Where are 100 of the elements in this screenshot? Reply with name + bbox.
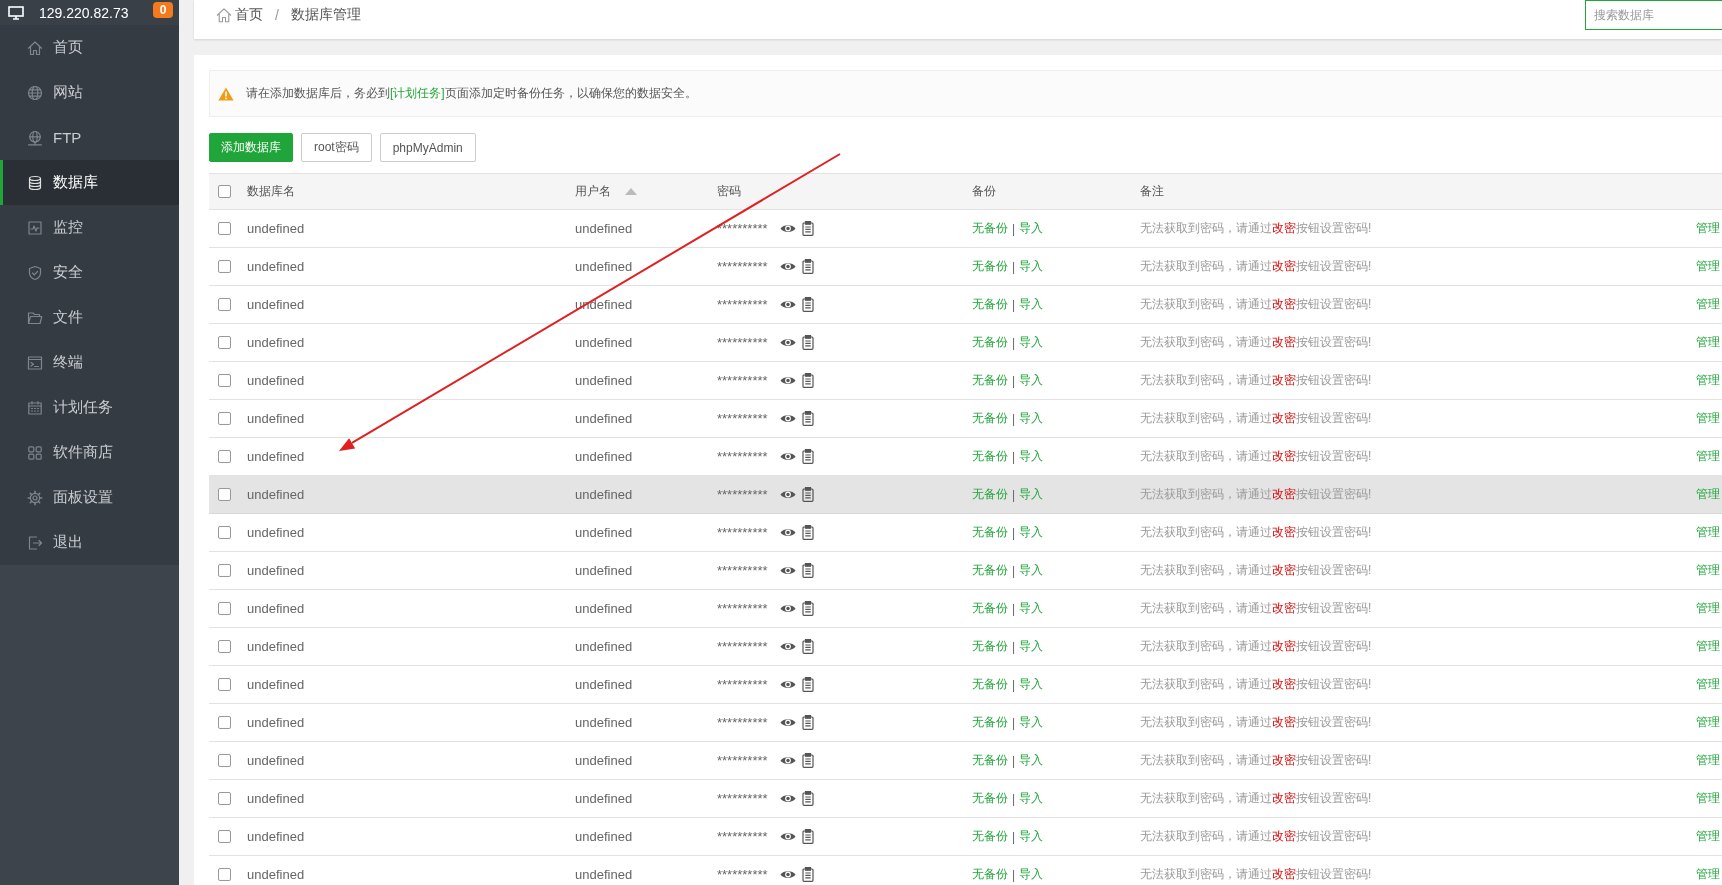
eye-icon[interactable]: [779, 413, 796, 424]
clipboard-icon[interactable]: [801, 411, 814, 426]
checkbox[interactable]: [218, 754, 231, 767]
clipboard-icon[interactable]: [801, 601, 814, 616]
sidebar-item[interactable]: 安全: [0, 250, 179, 295]
sidebar-item[interactable]: 首页: [0, 25, 179, 70]
column-header[interactable]: 用户名: [575, 183, 611, 200]
eye-icon[interactable]: [779, 223, 796, 234]
eye-icon[interactable]: [779, 375, 796, 386]
backup-status-link[interactable]: 无备份: [972, 524, 1008, 541]
eye-icon[interactable]: [779, 261, 796, 272]
manage-link[interactable]: 管理: [1696, 334, 1720, 351]
eye-icon[interactable]: [779, 793, 796, 804]
sidebar-item[interactable]: 计划任务: [0, 385, 179, 430]
checkbox[interactable]: [218, 222, 231, 235]
checkbox[interactable]: [218, 564, 231, 577]
change-password-link[interactable]: 改密: [1272, 373, 1296, 387]
manage-link[interactable]: 管理: [1696, 448, 1720, 465]
eye-icon[interactable]: [779, 299, 796, 310]
sidebar-item[interactable]: 数据库: [0, 160, 179, 205]
change-password-link[interactable]: 改密: [1272, 449, 1296, 463]
clipboard-icon[interactable]: [801, 449, 814, 464]
change-password-link[interactable]: 改密: [1272, 791, 1296, 805]
notice-link[interactable]: [计划任务]: [390, 86, 445, 100]
clipboard-icon[interactable]: [801, 677, 814, 692]
sidebar-item[interactable]: 软件商店: [0, 430, 179, 475]
manage-link[interactable]: 管理: [1696, 372, 1720, 389]
backup-status-link[interactable]: 无备份: [972, 866, 1008, 883]
import-link[interactable]: 导入: [1019, 486, 1044, 503]
manage-link[interactable]: 管理: [1696, 410, 1720, 427]
manage-link[interactable]: 管理: [1696, 258, 1720, 275]
clipboard-icon[interactable]: [801, 297, 814, 312]
clipboard-icon[interactable]: [801, 639, 814, 654]
checkbox[interactable]: [218, 716, 231, 729]
clipboard-icon[interactable]: [801, 715, 814, 730]
sidebar-item[interactable]: 面板设置: [0, 475, 179, 520]
import-link[interactable]: 导入: [1019, 790, 1044, 807]
backup-status-link[interactable]: 无备份: [972, 448, 1008, 465]
backup-status-link[interactable]: 无备份: [972, 828, 1008, 845]
checkbox[interactable]: [218, 260, 231, 273]
import-link[interactable]: 导入: [1019, 448, 1044, 465]
sidebar-item[interactable]: 文件: [0, 295, 179, 340]
change-password-link[interactable]: 改密: [1272, 297, 1296, 311]
clipboard-icon[interactable]: [801, 373, 814, 388]
sidebar-item[interactable]: FTP: [0, 115, 179, 160]
checkbox[interactable]: [218, 185, 231, 198]
manage-link[interactable]: 管理: [1696, 486, 1720, 503]
breadcrumb-link[interactable]: 首页: [216, 6, 263, 24]
checkbox[interactable]: [218, 602, 231, 615]
eye-icon[interactable]: [779, 451, 796, 462]
checkbox[interactable]: [218, 830, 231, 843]
backup-status-link[interactable]: 无备份: [972, 372, 1008, 389]
import-link[interactable]: 导入: [1019, 600, 1044, 617]
sidebar-item[interactable]: 监控: [0, 205, 179, 250]
manage-link[interactable]: 管理: [1696, 866, 1720, 883]
change-password-link[interactable]: 改密: [1272, 259, 1296, 273]
manage-link[interactable]: 管理: [1696, 220, 1720, 237]
import-link[interactable]: 导入: [1019, 258, 1044, 275]
change-password-link[interactable]: 改密: [1272, 753, 1296, 767]
change-password-link[interactable]: 改密: [1272, 677, 1296, 691]
manage-link[interactable]: 管理: [1696, 790, 1720, 807]
clipboard-icon[interactable]: [801, 259, 814, 274]
backup-status-link[interactable]: 无备份: [972, 334, 1008, 351]
change-password-link[interactable]: 改密: [1272, 525, 1296, 539]
eye-icon[interactable]: [779, 755, 796, 766]
manage-link[interactable]: 管理: [1696, 676, 1720, 693]
manage-link[interactable]: 管理: [1696, 600, 1720, 617]
clipboard-icon[interactable]: [801, 335, 814, 350]
search-field[interactable]: 搜索数据库: [1585, 0, 1722, 30]
change-password-link[interactable]: 改密: [1272, 601, 1296, 615]
import-link[interactable]: 导入: [1019, 638, 1044, 655]
clipboard-icon[interactable]: [801, 867, 814, 882]
import-link[interactable]: 导入: [1019, 676, 1044, 693]
clipboard-icon[interactable]: [801, 829, 814, 844]
change-password-link[interactable]: 改密: [1272, 487, 1296, 501]
change-password-link[interactable]: 改密: [1272, 563, 1296, 577]
clipboard-icon[interactable]: [801, 563, 814, 578]
eye-icon[interactable]: [779, 717, 796, 728]
eye-icon[interactable]: [779, 337, 796, 348]
backup-status-link[interactable]: 无备份: [972, 676, 1008, 693]
change-password-link[interactable]: 改密: [1272, 829, 1296, 843]
sidebar-item[interactable]: 退出: [0, 520, 179, 565]
import-link[interactable]: 导入: [1019, 220, 1044, 237]
eye-icon[interactable]: [779, 869, 796, 880]
manage-link[interactable]: 管理: [1696, 524, 1720, 541]
backup-status-link[interactable]: 无备份: [972, 562, 1008, 579]
eye-icon[interactable]: [779, 565, 796, 576]
outline-button[interactable]: phpMyAdmin: [379, 133, 476, 162]
checkbox[interactable]: [218, 298, 231, 311]
eye-icon[interactable]: [779, 527, 796, 538]
clipboard-icon[interactable]: [801, 791, 814, 806]
import-link[interactable]: 导入: [1019, 828, 1044, 845]
eye-icon[interactable]: [779, 679, 796, 690]
backup-status-link[interactable]: 无备份: [972, 258, 1008, 275]
clipboard-icon[interactable]: [801, 487, 814, 502]
checkbox[interactable]: [218, 526, 231, 539]
clipboard-icon[interactable]: [801, 525, 814, 540]
sidebar-item[interactable]: 终端: [0, 340, 179, 385]
notification-badge[interactable]: 0: [153, 2, 173, 18]
import-link[interactable]: 导入: [1019, 296, 1044, 313]
